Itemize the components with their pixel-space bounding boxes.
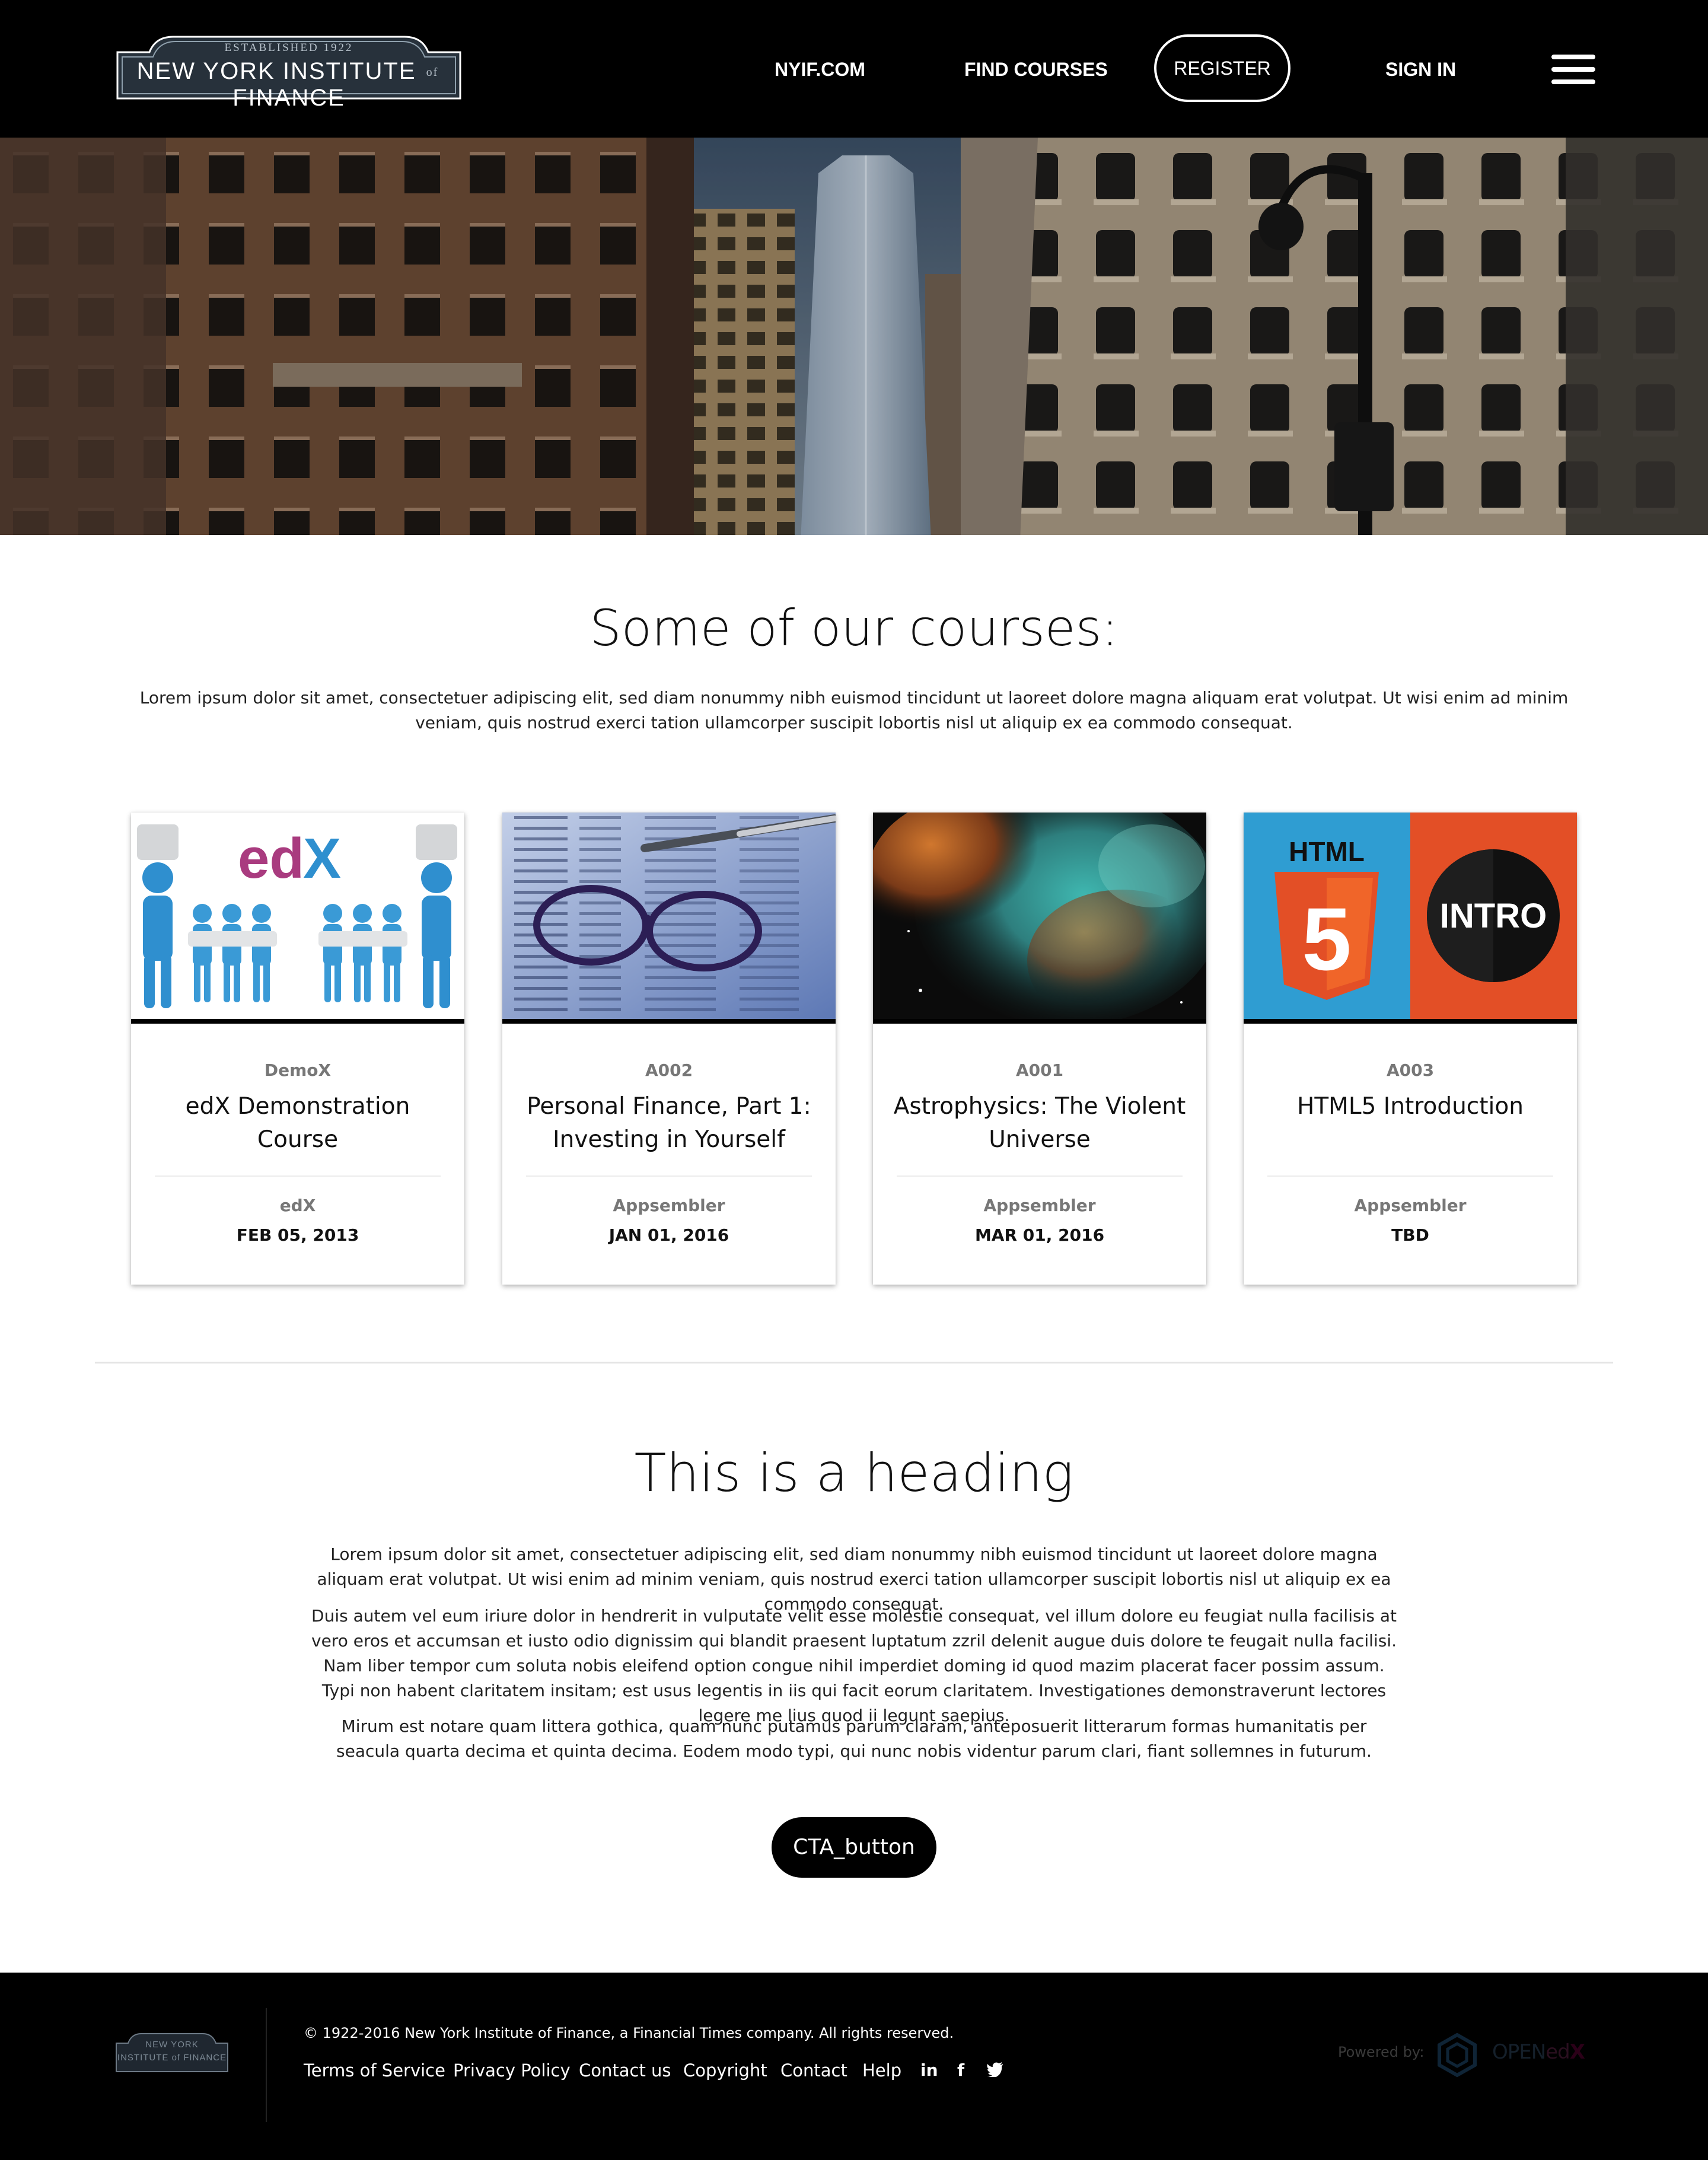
logo-established: ESTABLISHED 1922	[224, 42, 353, 54]
course-title[interactable]: edX Demonstration Course	[149, 1090, 447, 1157]
card-divider	[526, 1175, 812, 1177]
course-card-personal-finance[interactable]: A002 Personal Finance, Part 1: Investing…	[502, 813, 836, 1285]
courses-intro-text: Lorem ipsum dolor sit amet, consectetuer…	[139, 688, 1569, 732]
course-title[interactable]: HTML5 Introduction	[1261, 1090, 1559, 1123]
twitter-bird-shape	[987, 2062, 1003, 2078]
intro-label: INTRO	[1440, 897, 1547, 935]
course-date: TBD	[1391, 1225, 1429, 1245]
course-card-edx-demo[interactable]: ed X DemoX edX Demonstration Course edX …	[131, 813, 464, 1285]
course-org: Appsembler	[613, 1196, 725, 1215]
cta-button[interactable]: CTA_button	[772, 1817, 936, 1878]
edx-team-illustration: ed X	[137, 824, 457, 1008]
logo-name: NEW YORK INSTITUTE of FINANCE	[114, 58, 464, 111]
footer-link-copyright[interactable]: Copyright	[683, 2060, 767, 2081]
courses-section-title: Some of our courses:	[589, 599, 1119, 657]
card-divider	[897, 1175, 1183, 1177]
site-header: ESTABLISHED 1922 NEW YORK INSTITUTE of F…	[0, 0, 1708, 138]
footer-link-privacy[interactable]: Privacy Policy	[453, 2060, 571, 2081]
course-image-finance	[502, 813, 836, 1024]
logo-name-right: FINANCE	[232, 85, 345, 111]
footer-logo-text: NEW YORK INSTITUTE of FINANCE	[114, 2038, 230, 2065]
footer-logo-line2: INSTITUTE of FINANCE	[117, 2053, 227, 2063]
html5-five: 5	[1302, 889, 1351, 989]
course-org: Appsembler	[983, 1196, 1096, 1215]
course-date: MAR 01, 2016	[974, 1225, 1105, 1245]
course-title[interactable]: Astrophysics: The Violent Universe	[891, 1090, 1188, 1157]
course-title[interactable]: Personal Finance, Part 1: Investing in Y…	[520, 1090, 818, 1157]
nav-sign-in-link[interactable]: SIGN IN	[1385, 55, 1456, 84]
html-label: HTML	[1289, 836, 1365, 867]
footer-link-help[interactable]: Help	[862, 2060, 901, 2081]
course-card-html5[interactable]: HTML 5 INTRO A003 HTML5 Introduction App…	[1244, 813, 1577, 1285]
footer-link-contact[interactable]: Contact	[780, 2060, 847, 2081]
edx-logo-ed: ed	[238, 827, 304, 890]
hamburger-bar	[1551, 79, 1595, 84]
course-org: edX	[279, 1196, 316, 1215]
logo-name-of: of	[426, 65, 439, 79]
nav-find-courses-link[interactable]: FIND COURSES	[964, 55, 1108, 84]
hero-illustration	[0, 138, 1708, 535]
register-button[interactable]: REGISTER	[1154, 34, 1290, 102]
course-code: A003	[1386, 1060, 1435, 1080]
card-divider	[155, 1175, 441, 1177]
openedx-logo-text[interactable]: OPENedX	[1492, 2040, 1585, 2064]
nebula-illustration	[873, 813, 1206, 1019]
site-footer: NEW YORK INSTITUTE of FINANCE © 1922-201…	[0, 1973, 1708, 2160]
footer-copyright: © 1922-2016 New York Institute of Financ…	[304, 2025, 954, 2041]
html5-intro-illustration: HTML 5 INTRO	[1244, 813, 1577, 1019]
openedx-prefix: OPEN	[1492, 2040, 1546, 2064]
twitter-icon[interactable]	[987, 2062, 1003, 2081]
course-card-astrophysics[interactable]: A001 Astrophysics: The Violent Universe …	[873, 813, 1206, 1285]
footer-logo[interactable]: NEW YORK INSTITUTE of FINANCE	[114, 2031, 230, 2074]
openedx-x: X	[1569, 2040, 1585, 2064]
card-divider	[1267, 1175, 1553, 1177]
spreadsheet-glasses-illustration	[502, 813, 836, 1019]
facebook-icon[interactable]: f	[957, 2060, 964, 2080]
content-heading: This is a heading	[634, 1442, 1074, 1503]
course-image-html5: HTML 5 INTRO	[1244, 813, 1577, 1024]
hamburger-bar	[1551, 67, 1595, 72]
footer-link-contact-us[interactable]: Contact us	[579, 2060, 671, 2081]
nyif-logo[interactable]: ESTABLISHED 1922 NEW YORK INSTITUTE of F…	[114, 34, 464, 111]
course-date: FEB 05, 2013	[236, 1225, 359, 1245]
footer-logo-line1: NEW YORK	[145, 2040, 199, 2050]
edx-logo-x: X	[303, 827, 341, 890]
logo-name-left: NEW YORK INSTITUTE	[136, 58, 416, 84]
course-code: DemoX	[264, 1060, 332, 1080]
course-org: Appsembler	[1354, 1196, 1467, 1215]
course-code: A002	[645, 1060, 693, 1080]
openedx-ed: ed	[1546, 2040, 1570, 2064]
footer-link-terms[interactable]: Terms of Service	[304, 2060, 445, 2081]
nav-nyif-link[interactable]: NYIF.COM	[775, 55, 865, 84]
course-image-edx: ed X	[131, 813, 464, 1024]
footer-separator	[266, 2008, 267, 2122]
linkedin-icon[interactable]: in	[920, 2060, 938, 2080]
course-date: JAN 01, 2016	[608, 1225, 729, 1245]
hamburger-icon[interactable]	[1551, 55, 1595, 84]
section-divider	[95, 1362, 1613, 1363]
powered-by-label: Powered by:	[1338, 2044, 1425, 2060]
openedx-hex-icon	[1438, 2033, 1477, 2077]
course-code: A001	[1015, 1060, 1064, 1080]
content-paragraph: Duis autem vel eum iriure dolor in hendr…	[311, 1606, 1397, 1725]
content-paragraph: Mirum est notare quam littera gothica, q…	[336, 1716, 1372, 1761]
course-image-nebula	[873, 813, 1206, 1024]
hamburger-bar	[1551, 55, 1595, 59]
hero-city-image	[0, 138, 1708, 535]
